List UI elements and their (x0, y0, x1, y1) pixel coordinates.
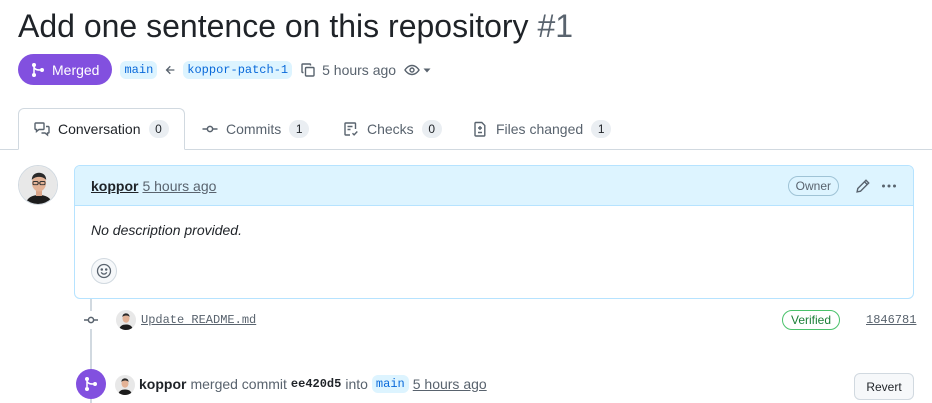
comment-header: koppor 5 hours ago Owner (75, 166, 913, 206)
tab-label: Checks (367, 121, 414, 137)
pencil-icon[interactable] (855, 178, 871, 194)
file-diff-icon (472, 121, 488, 137)
merged-status-badge: Merged (18, 54, 113, 85)
tab-counter: 1 (289, 120, 310, 138)
base-branch[interactable]: main (120, 60, 158, 79)
tab-files-changed[interactable]: Files changed 1 (472, 108, 612, 150)
verified-badge[interactable]: Verified (782, 310, 841, 330)
comment-body: No description provided. (91, 222, 242, 238)
owner-badge: Owner (787, 175, 839, 196)
tab-counter: 0 (421, 120, 442, 138)
arrow-left-icon (163, 63, 177, 77)
eye-icon[interactable] (404, 62, 420, 78)
merge-time: 5 hours ago (322, 61, 397, 78)
tab-label: Conversation (58, 121, 141, 137)
tab-checks[interactable]: Checks 0 (343, 108, 442, 150)
copy-icon[interactable] (300, 62, 316, 78)
kebab-horizontal-icon[interactable] (881, 178, 897, 194)
pr-tabs: Conversation 0 Commits 1 Checks 0 Files … (0, 108, 932, 150)
tab-counter: 0 (148, 120, 169, 138)
git-commit-icon (202, 121, 218, 137)
timeline-merge-event: koppor merged commit ee420d5 into main 5… (0, 368, 932, 400)
comment-discussion-icon (34, 121, 50, 137)
comment-box: koppor 5 hours ago Owner No description … (74, 165, 914, 299)
merge-text-into: into (345, 376, 368, 392)
pr-number: #1 (537, 8, 574, 44)
git-merge-icon (30, 62, 46, 78)
tab-conversation[interactable]: Conversation 0 (18, 108, 185, 150)
merge-event-time[interactable]: 5 hours ago (413, 376, 487, 392)
tab-label: Files changed (496, 121, 584, 137)
merged-status-label: Merged (52, 61, 100, 78)
avatar[interactable] (115, 375, 135, 395)
tab-commits[interactable]: Commits 1 (202, 108, 310, 150)
smiley-icon[interactable] (91, 258, 117, 284)
pr-title: Add one sentence on this repository (18, 8, 529, 44)
revert-button[interactable]: Revert (854, 373, 914, 400)
git-commit-icon (82, 311, 100, 329)
tab-label: Commits (226, 121, 282, 137)
page-title: Add one sentence on this repository #1 (18, 8, 573, 45)
git-merge-icon (76, 369, 106, 399)
pr-meta: Merged main koppor-patch-1 5 hours ago (18, 54, 432, 85)
avatar[interactable] (116, 310, 136, 330)
head-branch[interactable]: koppor-patch-1 (183, 60, 293, 79)
commit-message-link[interactable]: Update README.md (141, 313, 256, 327)
merge-target-branch[interactable]: main (371, 375, 409, 393)
merge-author[interactable]: koppor (139, 376, 186, 392)
comment-author[interactable]: koppor (91, 178, 138, 194)
merge-event-text: koppor merged commit ee420d5 into main 5… (139, 375, 487, 393)
commit-sha-link[interactable]: 1846781 (866, 313, 916, 327)
merge-text-before: merged commit (190, 376, 287, 392)
merge-commit-sha[interactable]: ee420d5 (291, 377, 341, 391)
timeline-commit-item: Update README.md Verified 1846781 (0, 308, 932, 334)
checklist-icon (343, 121, 359, 137)
tab-counter: 1 (591, 120, 612, 138)
comment-time[interactable]: 5 hours ago (142, 178, 216, 194)
triangle-down-icon[interactable] (422, 65, 432, 75)
avatar[interactable] (18, 165, 58, 205)
